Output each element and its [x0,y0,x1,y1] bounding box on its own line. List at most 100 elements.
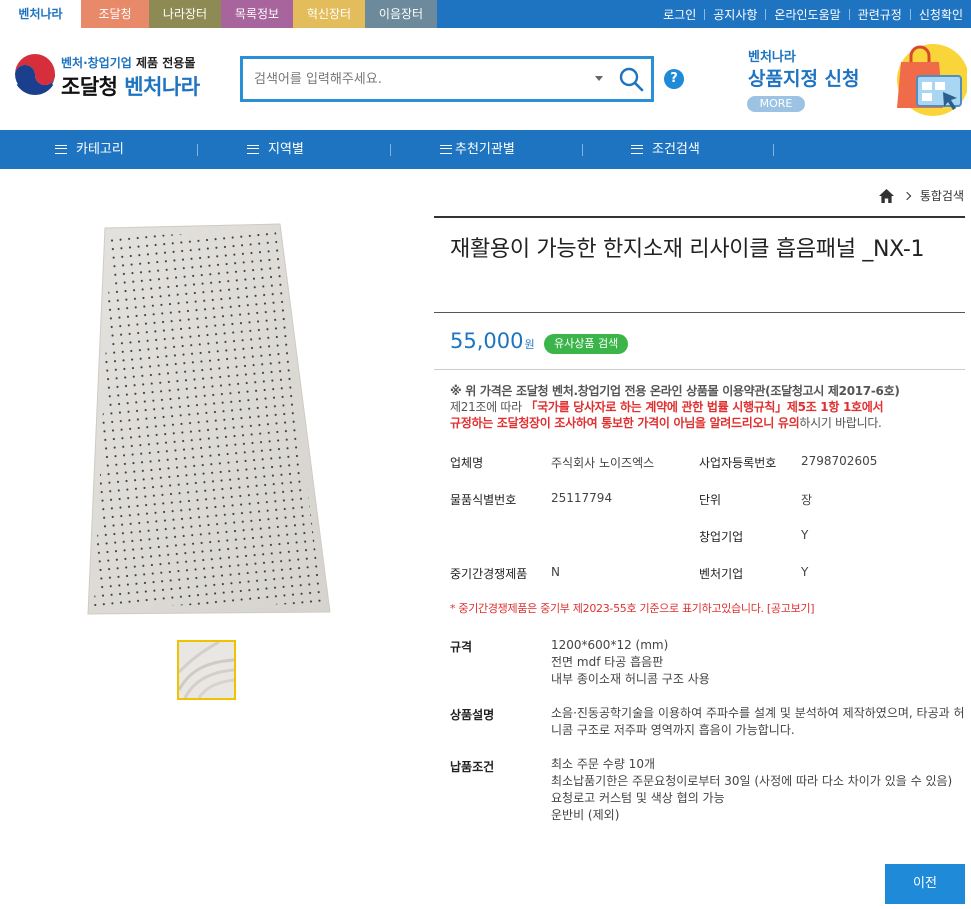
nav-divider [197,144,198,156]
top-links: 로그인 공지사항 온라인도움말 관련규정 신청확인 [663,0,963,28]
government-emblem-icon[interactable] [12,53,58,99]
unit-label: 단위 [699,493,722,507]
product-title: 재활용이 가능한 한지소재 리사이클 흡음패널 _NX-1 [450,237,925,262]
logo-sub-highlight: 벤처·창업기업 [61,56,132,70]
divider [434,216,965,218]
nav-divider [582,144,583,156]
sme-competition-note[interactable]: * 중기간경쟁제품은 중기부 제2023-55호 기준으로 표기하고있습니다. … [450,600,815,616]
site-tab-pps[interactable]: 조달청 [81,0,149,28]
online-help-link[interactable]: 온라인도움말 [774,6,840,23]
menu-icon [55,145,67,154]
previous-button[interactable]: 이전 [885,864,965,904]
nav-recommended-agency[interactable]: 추천기관별 [440,130,515,169]
logo-main-brand: 벤처나라 [124,75,200,99]
site-tab-innovation[interactable]: 혁신장터 [293,0,365,28]
delivery-line: 최소 주문 수량 10개 [551,757,655,771]
search-input[interactable] [254,69,584,89]
description-label: 상품설명 [450,708,495,722]
divider [434,312,965,313]
similar-products-button[interactable]: 유사상품 검색 [544,334,629,354]
product-thumbnail[interactable] [177,640,236,700]
business-number-label: 사업자등록번호 [699,456,777,470]
price-value: 55,000 [450,329,524,353]
home-icon[interactable] [878,188,894,203]
search-box [240,56,654,102]
divider [434,369,965,370]
notice-line-3-suffix: 하시기 바랍니다. [799,416,882,430]
site-tab-venture[interactable]: 벤처나라 [0,0,81,28]
logo-sub-text: 제품 전용몰 [136,56,196,70]
price-notice: ※ 위 가격은 조달청 벤처.창업기업 전용 온라인 상품몰 이용약관(조달청고… [450,383,950,431]
main-nav: 카테고리 지역별 추천기관별 조건검색 [0,130,971,169]
notice-line-1: ※ 위 가격은 조달청 벤처.창업기업 전용 온라인 상품몰 이용약관(조달청고… [450,384,900,398]
sme-competition-label: 중기간경쟁제품 [450,567,528,581]
spec-label: 규격 [450,640,473,654]
site-tab-catalog[interactable]: 목록정보 [221,0,293,28]
item-id-value: 25117794 [551,491,613,505]
menu-icon [631,145,643,154]
help-icon[interactable]: ? [664,69,684,89]
nav-condition-search-label: 조건검색 [652,142,700,157]
thumbnail-image [179,642,234,698]
regulations-link[interactable]: 관련규정 [858,6,902,23]
startup-label: 창업기업 [699,530,744,544]
unit-value: 장 [801,493,813,507]
notice-line-2-prefix: 제21조에 따라 [450,400,526,414]
search-dropdown-caret-icon[interactable] [595,76,603,81]
promo-subtitle: 벤처나라 [748,50,796,65]
logo-title[interactable]: 조달청 벤처나라 [61,71,200,101]
delivery-label: 납품조건 [450,760,495,774]
spec-line: 1200*600*12 (mm) [551,638,669,652]
price-unit: 원 [524,338,535,351]
spec-line: 내부 종이소재 허니콤 구조 사용 [551,672,710,686]
site-tab-ieum[interactable]: 이음장터 [365,0,437,28]
top-bar: 벤처나라 조달청 나라장터 목록정보 혁신장터 이음장터 로그인 공지사항 온라… [0,0,971,28]
logo-main-prefix: 조달청 [61,75,118,99]
startup-value: Y [801,528,809,542]
divider [704,8,706,20]
venture-label: 벤처기업 [699,567,744,581]
company-value: 주식회사 노이즈엑스 [551,456,655,470]
breadcrumb-current[interactable]: 통합검색 [920,187,964,204]
nav-divider [773,144,774,156]
logo-subtitle[interactable]: 벤처·창업기업 제품 전용몰 [61,54,195,71]
nav-condition-search[interactable]: 조건검색 [631,130,700,169]
nav-divider [390,144,391,156]
menu-icon [440,145,452,154]
delivery-line: 운반비 (제외) [551,808,620,822]
chevron-right-icon [902,191,912,200]
login-link[interactable]: 로그인 [663,6,696,23]
delivery-text: 최소 주문 수량 10개 최소납품기한은 주문요청이로부터 30일 (사정에 따… [551,756,966,824]
notice-line-3-warning: 규정하는 조달청장이 조사하여 통보한 가격이 아님을 알려드리오니 유의 [450,416,800,430]
menu-icon [247,145,259,154]
nav-region[interactable]: 지역별 [247,130,304,169]
product-image [87,223,331,615]
divider [765,8,767,20]
promo-title[interactable]: 상품지정 신청 [748,64,860,91]
promo-more-button[interactable]: MORE [747,96,805,112]
nav-category[interactable]: 카테고리 [55,130,124,169]
site-tabs: 벤처나라 조달청 나라장터 목록정보 혁신장터 이음장터 [0,0,437,28]
product-price: 55,000원 [450,329,535,353]
business-number-value: 2798702605 [801,454,878,468]
notice-line-2-law: 「국가를 당사자로 하는 계약에 관한 법률 시행규칙」제5조 1항 1호에서 [525,400,884,414]
divider [848,8,850,20]
notice-link[interactable]: 공지사항 [713,6,757,23]
divider [909,8,911,20]
delivery-line: 최소납품기한은 주문요청이로부터 30일 (사정에 따라 다소 차이가 있을 수… [551,774,953,788]
spec-text: 1200*600*12 (mm) 전면 mdf 타공 흡음판 내부 종이소재 허… [551,637,966,688]
application-check-link[interactable]: 신청확인 [919,6,963,23]
nav-recommended-agency-label: 추천기관별 [455,142,515,157]
search-icon[interactable] [617,65,645,93]
shopping-bag-illustration-icon [897,44,967,116]
nav-region-label: 지역별 [268,142,304,157]
breadcrumb: 통합검색 [878,187,964,204]
description-text: 소음·진동공학기술을 이용하여 주파수를 설계 및 분석하여 제작하였으며, 타… [551,706,965,737]
nav-category-label: 카테고리 [76,142,124,157]
delivery-line: 요청로고 커스텀 및 색상 협의 가능 [551,791,725,805]
company-label: 업체명 [450,456,484,470]
venture-value: Y [801,565,809,579]
site-tab-narajangter[interactable]: 나라장터 [149,0,221,28]
item-id-label: 물품식별번호 [450,493,517,507]
spec-line: 전면 mdf 타공 흡음판 [551,655,664,669]
